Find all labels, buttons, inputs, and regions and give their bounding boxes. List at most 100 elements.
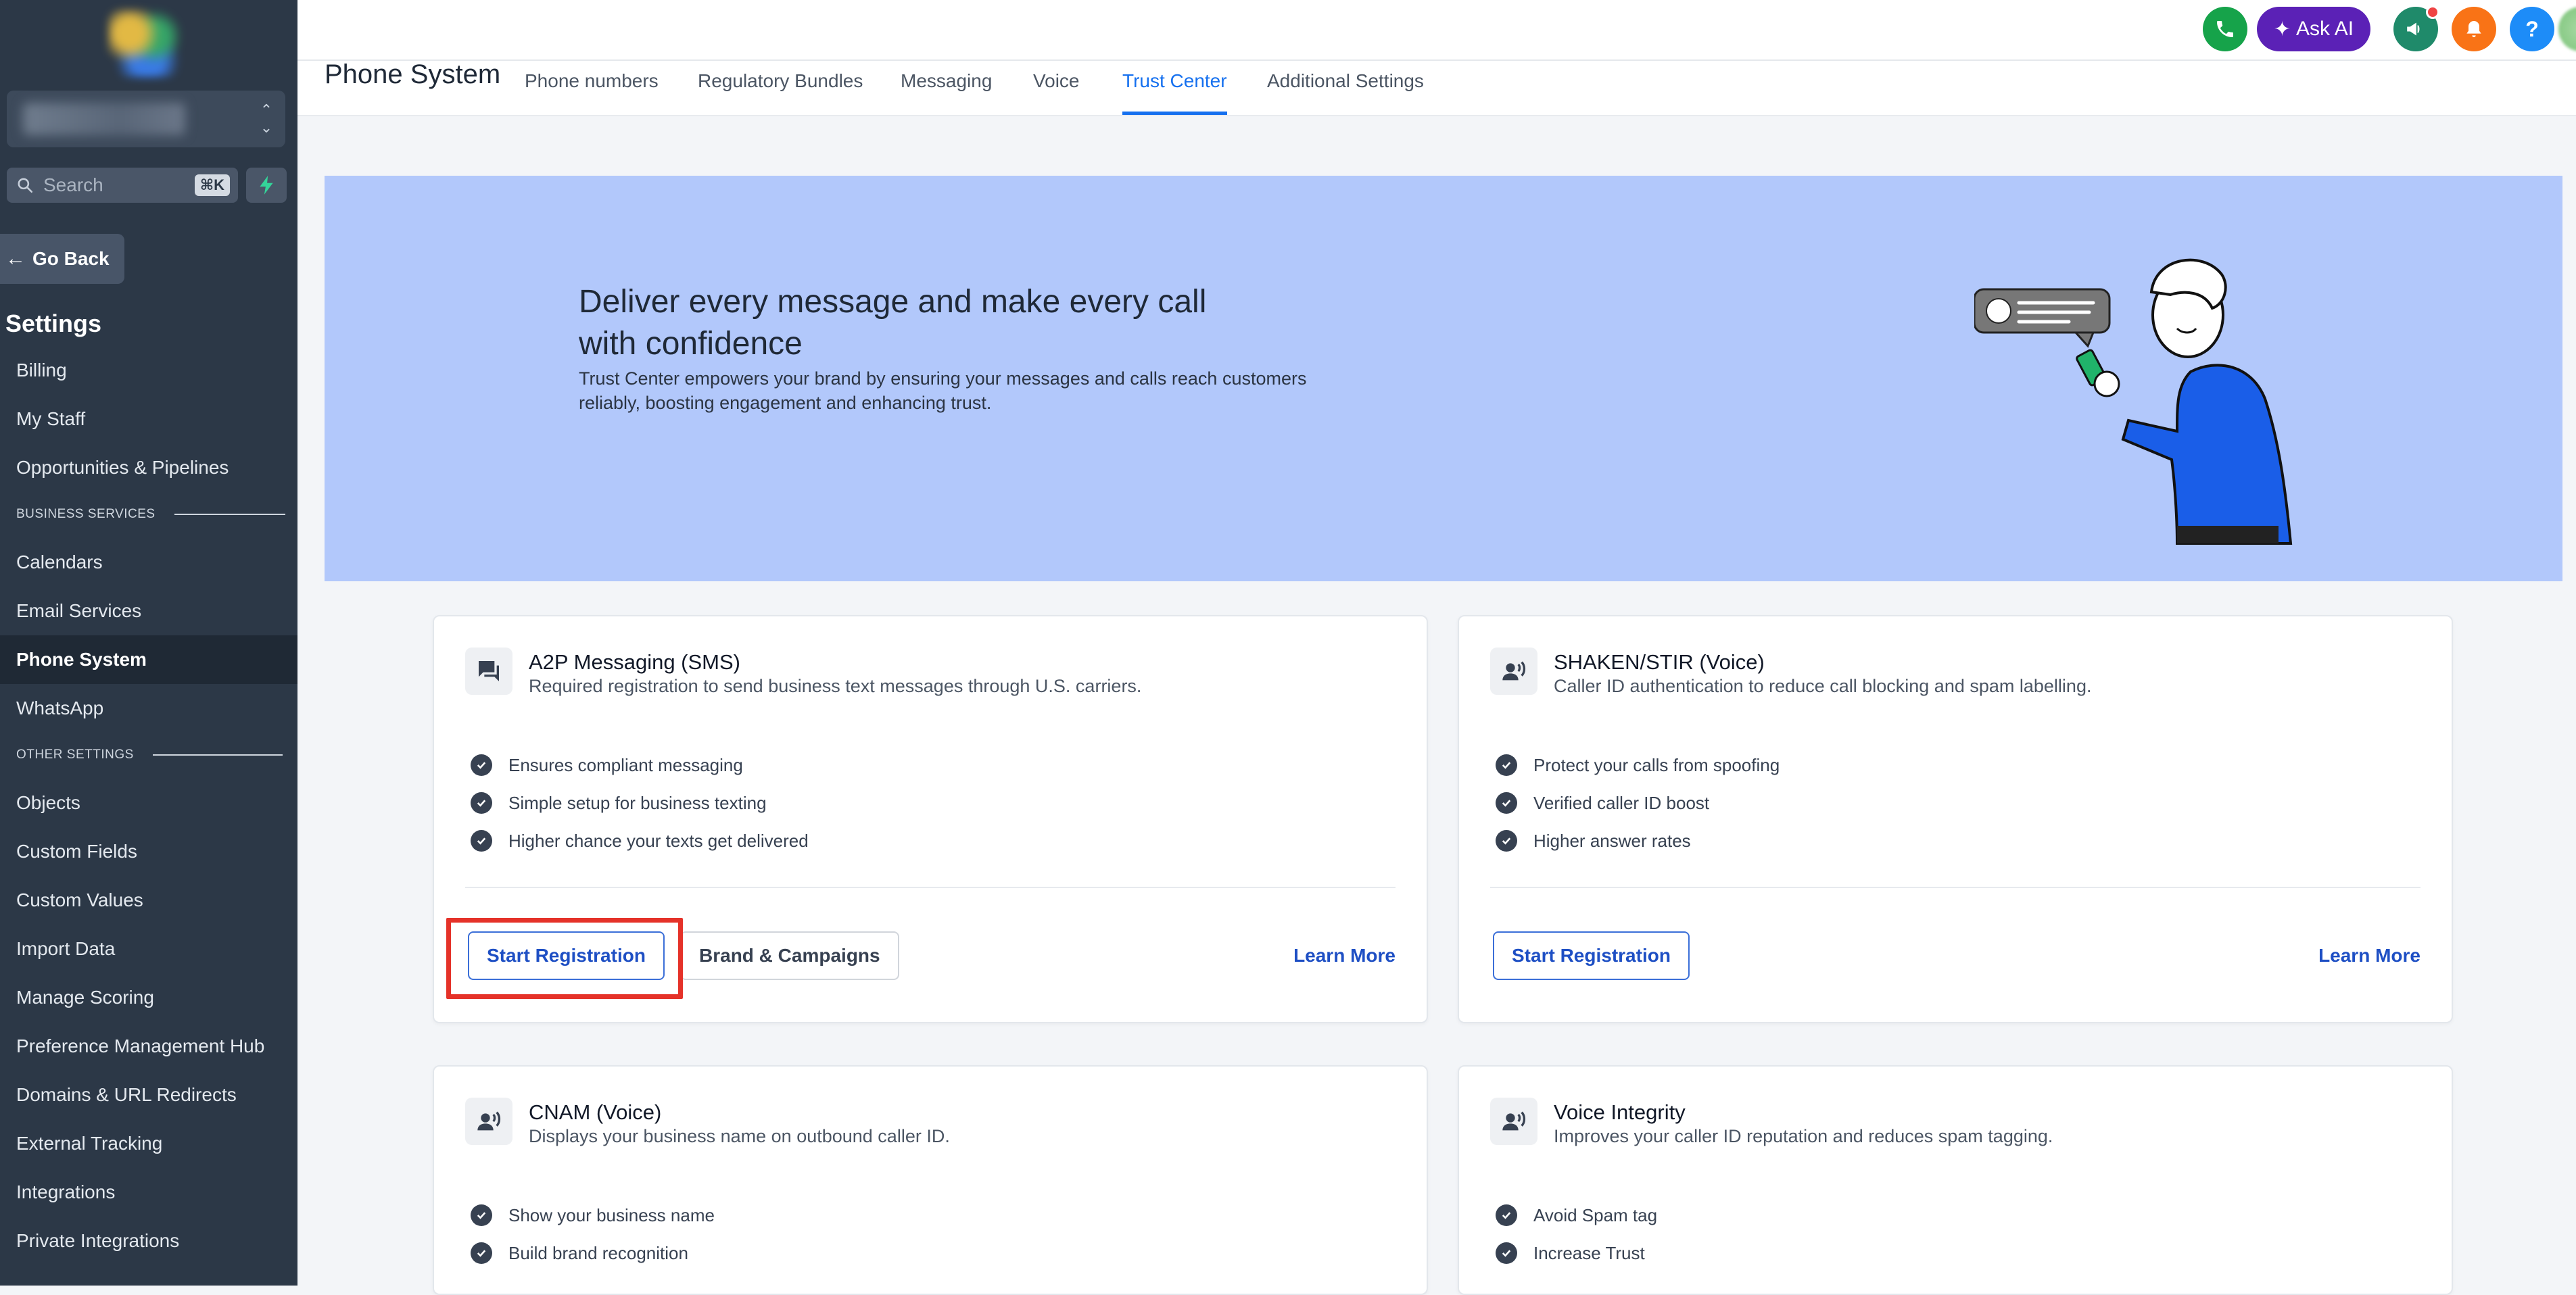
settings-heading: Settings (5, 310, 102, 337)
search-shortcut-badge: ⌘K (194, 174, 230, 196)
sparkle-icon: ✦ (2273, 18, 2291, 41)
sidebar-item-label: My Staff (16, 408, 86, 429)
user-avatar[interactable] (2558, 7, 2576, 51)
chevron-updown-icon: ⌃ ⌄ (260, 101, 273, 136)
check-circle-icon (471, 1242, 492, 1264)
hero-title: Deliver every message and make every cal… (579, 284, 1207, 362)
tab-trust-center[interactable]: Trust Center (1122, 70, 1227, 115)
help-button[interactable]: ? (2510, 7, 2554, 51)
feature-item: Show your business name (471, 1204, 715, 1226)
phone-call-button[interactable] (2203, 7, 2247, 51)
feature-label: Protect your calls from spoofing (1533, 754, 1780, 775)
shaken-start-registration-button[interactable]: Start Registration (1493, 931, 1690, 980)
go-back-label: Go Back (32, 248, 110, 269)
chat-icon-wrapper (465, 648, 512, 695)
sidebar-item-external-tracking[interactable]: External Tracking (0, 1119, 297, 1168)
sidebar-item-phone-system[interactable]: Phone System (0, 635, 297, 684)
arrow-left-icon: ← (5, 247, 26, 270)
card-title: Voice Integrity (1554, 1100, 1686, 1124)
a2p-start-registration-button[interactable]: Start Registration (468, 931, 665, 980)
tab-regulatory-bundles[interactable]: Regulatory Bundles (698, 70, 863, 114)
feature-item: Higher chance your texts get delivered (471, 830, 809, 852)
sidebar-item-custom-values[interactable]: Custom Values (0, 876, 297, 925)
a2p-learn-more-link[interactable]: Learn More (1293, 945, 1396, 967)
feature-item: Verified caller ID boost (1496, 792, 1709, 814)
trust-center-hero: Deliver every message and make every cal… (325, 176, 2562, 581)
voice-user-icon (1502, 1111, 1526, 1131)
announcements-button[interactable] (2393, 5, 2439, 51)
go-back-button[interactable]: ← Go Back (0, 234, 124, 284)
sidebar-item-billing[interactable]: Billing (0, 346, 297, 395)
company-logo[interactable] (108, 9, 180, 77)
card-title: SHAKEN/STIR (Voice) (1554, 650, 1765, 674)
bell-icon (2466, 21, 2481, 37)
section-divider (174, 514, 285, 515)
sidebar-item-label: Opportunities & Pipelines (16, 457, 229, 478)
card-title: CNAM (Voice) (529, 1100, 662, 1124)
card-subtitle: Caller ID authentication to reduce call … (1554, 676, 2092, 696)
sidebar-item-calendars[interactable]: Calendars (0, 538, 297, 587)
card-subtitle: Improves your caller ID reputation and r… (1554, 1126, 2053, 1146)
ask-ai-button[interactable]: ✦ Ask AI (2257, 7, 2370, 51)
voice-user-icon (1502, 661, 1526, 681)
card-subtitle: Displays your business name on outbound … (529, 1126, 950, 1146)
sidebar-item-label: Custom Values (16, 889, 143, 910)
feature-item: Protect your calls from spoofing (1496, 754, 1780, 776)
sidebar-item-manage-scoring[interactable]: Manage Scoring (0, 973, 297, 1022)
check-circle-icon (471, 754, 492, 776)
sidebar-item-whatsapp[interactable]: WhatsApp (0, 684, 297, 733)
settings-tabs-bar: Phone System Phone numbers Regulatory Bu… (297, 59, 2576, 116)
sidebar-item-label: Calendars (16, 552, 103, 572)
hero-description: Trust Center empowers your brand by ensu… (579, 368, 1307, 413)
search-box[interactable]: ⌘K (7, 168, 238, 203)
voice-user-icon-wrapper (1490, 1098, 1537, 1145)
section-divider (152, 754, 283, 756)
sidebar-item-label: Custom Fields (16, 841, 137, 862)
shaken-learn-more-link[interactable]: Learn More (2318, 945, 2420, 967)
sidebar-item-label: External Tracking (16, 1133, 163, 1154)
sidebar-item-label: Domains & URL Redirects (16, 1084, 237, 1105)
sidebar-item-domains-url-redirects[interactable]: Domains & URL Redirects (0, 1071, 297, 1119)
tab-messaging[interactable]: Messaging (901, 70, 992, 114)
sidebar-item-private-integrations[interactable]: Private Integrations (0, 1217, 297, 1265)
sidebar-item-label: Billing (16, 360, 67, 381)
voice-user-icon (477, 1111, 501, 1131)
feature-item: Higher answer rates (1496, 830, 1691, 852)
tab-additional-settings[interactable]: Additional Settings (1267, 70, 1424, 114)
voice-user-icon-wrapper (1490, 648, 1537, 695)
quick-actions-button[interactable] (246, 168, 287, 203)
sidebar-item-objects[interactable]: Objects (0, 779, 297, 827)
sidebar: ⌃⌄ ⌘K ← Go Back Settings Billing My Staf… (0, 0, 297, 1286)
account-switcher[interactable]: ⌃ ⌄ (7, 91, 285, 147)
feature-label: Increase Trust (1533, 1242, 1645, 1263)
feature-label: Simple setup for business texting (508, 792, 767, 813)
chat-icon (479, 661, 499, 681)
sidebar-item-label: Integrations (16, 1181, 116, 1202)
sidebar-item-custom-fields[interactable]: Custom Fields (0, 827, 297, 876)
tab-voice[interactable]: Voice (1033, 70, 1080, 114)
notifications-button[interactable] (2452, 7, 2496, 51)
sidebar-item-email-services[interactable]: Email Services (0, 587, 297, 635)
phone-icon (2217, 21, 2233, 37)
section-label-other-settings: OTHER SETTINGS (16, 748, 283, 762)
check-circle-icon (471, 792, 492, 814)
check-circle-icon (471, 830, 492, 852)
sidebar-item-label: Objects (16, 792, 80, 813)
card-a2p-messaging: A2P Messaging (SMS) Required registratio… (433, 615, 1428, 1023)
sidebar-item-preference-management-hub[interactable]: Preference Management Hub (0, 1022, 297, 1071)
search-icon (18, 178, 33, 193)
voice-user-icon-wrapper (465, 1098, 512, 1145)
brand-campaigns-button[interactable]: Brand & Campaigns (680, 931, 899, 980)
person-with-phone-illustration (1974, 258, 2293, 545)
sidebar-item-my-staff[interactable]: My Staff (0, 395, 297, 443)
card-divider (465, 887, 1396, 888)
sidebar-item-integrations[interactable]: Integrations (0, 1168, 297, 1217)
help-icon: ? (2525, 16, 2539, 41)
ask-ai-label: Ask AI (2296, 18, 2354, 40)
tab-phone-numbers[interactable]: Phone numbers (525, 70, 659, 114)
sidebar-item-import-data[interactable]: Import Data (0, 925, 297, 973)
notification-dot (2426, 5, 2439, 19)
search-input[interactable] (42, 174, 191, 197)
sidebar-item-opportunities[interactable]: Opportunities & Pipelines (0, 443, 297, 492)
account-name-blurred (23, 103, 185, 135)
